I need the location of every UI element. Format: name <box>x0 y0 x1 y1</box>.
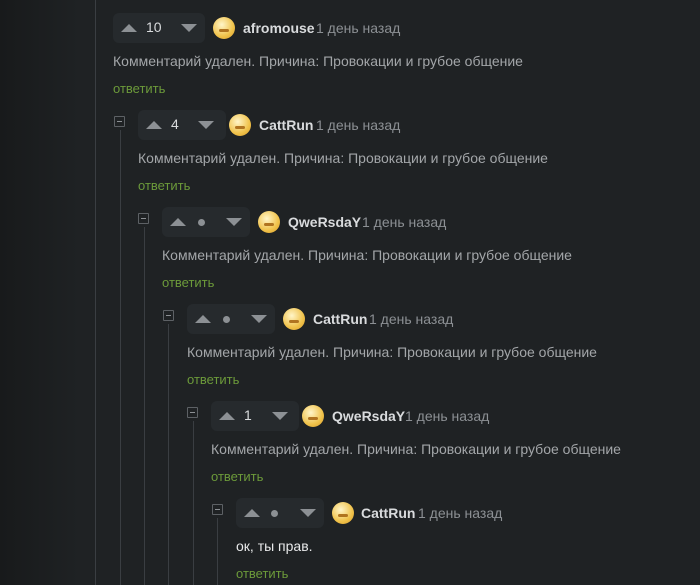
comment-time[interactable]: 1 день назад <box>316 20 400 36</box>
rating-box: 4 <box>138 110 226 140</box>
reply-link[interactable]: ответить <box>113 81 165 96</box>
rating-value: 1 <box>244 407 252 423</box>
upvote-icon[interactable] <box>146 121 162 129</box>
comment-body: Комментарий удален. Причина: Провокации … <box>187 344 597 360</box>
left-shade <box>0 0 80 585</box>
upvote-icon[interactable] <box>244 509 260 517</box>
rating-box <box>187 304 275 334</box>
comment-time[interactable]: 1 день назад <box>418 505 502 521</box>
thread-line <box>217 518 218 585</box>
upvote-icon[interactable] <box>195 315 211 323</box>
comment-author[interactable]: QweRsdaY <box>288 214 361 230</box>
thread-line <box>144 227 145 585</box>
reply-link[interactable]: ответить <box>211 469 263 484</box>
rating-value: 4 <box>171 116 179 132</box>
rating-box <box>162 207 250 237</box>
collapse-icon[interactable] <box>114 116 125 127</box>
downvote-icon[interactable] <box>300 509 316 517</box>
downvote-icon[interactable] <box>251 315 267 323</box>
downvote-icon[interactable] <box>272 412 288 420</box>
downvote-icon[interactable] <box>226 218 242 226</box>
downvote-icon[interactable] <box>198 121 214 129</box>
rating-box <box>236 498 324 528</box>
upvote-icon[interactable] <box>219 412 235 420</box>
comment-time[interactable]: 1 день назад <box>362 214 446 230</box>
comment-body: Комментарий удален. Причина: Провокации … <box>211 441 621 457</box>
reply-link[interactable]: ответить <box>187 372 239 387</box>
comment-body: Комментарий удален. Причина: Провокации … <box>162 247 572 263</box>
avatar[interactable] <box>283 308 305 330</box>
comment-author[interactable]: CattRun <box>313 311 367 327</box>
rating-neutral-dot <box>198 219 205 226</box>
downvote-icon[interactable] <box>181 24 197 32</box>
thread-line <box>168 324 169 585</box>
avatar[interactable] <box>258 211 280 233</box>
avatar[interactable] <box>213 17 235 39</box>
comment-time[interactable]: 1 день назад <box>369 311 453 327</box>
upvote-icon[interactable] <box>121 24 137 32</box>
rating-neutral-dot <box>223 316 230 323</box>
collapse-icon[interactable] <box>187 407 198 418</box>
comment-body: Комментарий удален. Причина: Провокации … <box>113 53 523 69</box>
reply-link[interactable]: ответить <box>162 275 214 290</box>
avatar[interactable] <box>302 405 324 427</box>
comment-time[interactable]: 1 день назад <box>316 117 400 133</box>
thread-line <box>95 0 96 585</box>
comment-author[interactable]: CattRun <box>259 117 313 133</box>
comment-author[interactable]: CattRun <box>361 505 415 521</box>
collapse-icon[interactable] <box>138 213 149 224</box>
avatar[interactable] <box>332 502 354 524</box>
collapse-icon[interactable] <box>163 310 174 321</box>
reply-link[interactable]: ответить <box>236 566 288 581</box>
thread-line <box>120 130 121 585</box>
comment-body: Комментарий удален. Причина: Провокации … <box>138 150 548 166</box>
rating-neutral-dot <box>271 510 278 517</box>
comment-time[interactable]: 1 день назад <box>405 408 489 424</box>
avatar[interactable] <box>229 114 251 136</box>
rating-value: 10 <box>146 19 162 35</box>
comment-author[interactable]: afromouse <box>243 20 315 36</box>
collapse-icon[interactable] <box>212 504 223 515</box>
comment-body: ок, ты прав. <box>236 538 313 554</box>
comment-author[interactable]: QweRsdaY <box>332 408 405 424</box>
rating-box: 1 <box>211 401 299 431</box>
rating-box: 10 <box>113 13 205 43</box>
reply-link[interactable]: ответить <box>138 178 190 193</box>
upvote-icon[interactable] <box>170 218 186 226</box>
thread-line <box>193 421 194 585</box>
